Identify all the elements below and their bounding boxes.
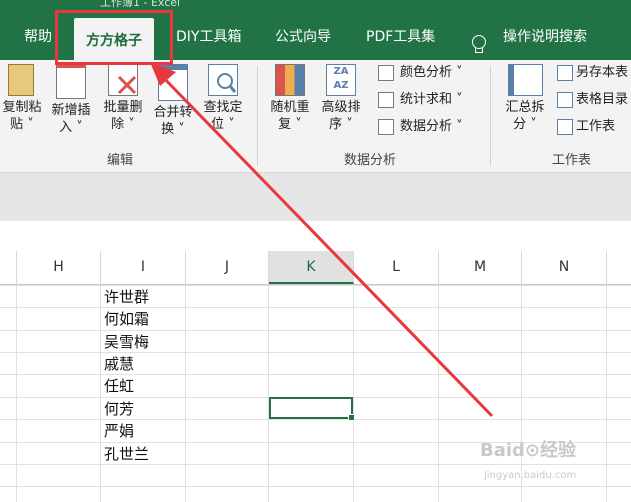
watermark-url: jingyan.baidu.com — [484, 470, 577, 481]
annotation-arrow — [150, 62, 494, 418]
watermark-logo: Baid⊙经验 — [480, 440, 577, 461]
